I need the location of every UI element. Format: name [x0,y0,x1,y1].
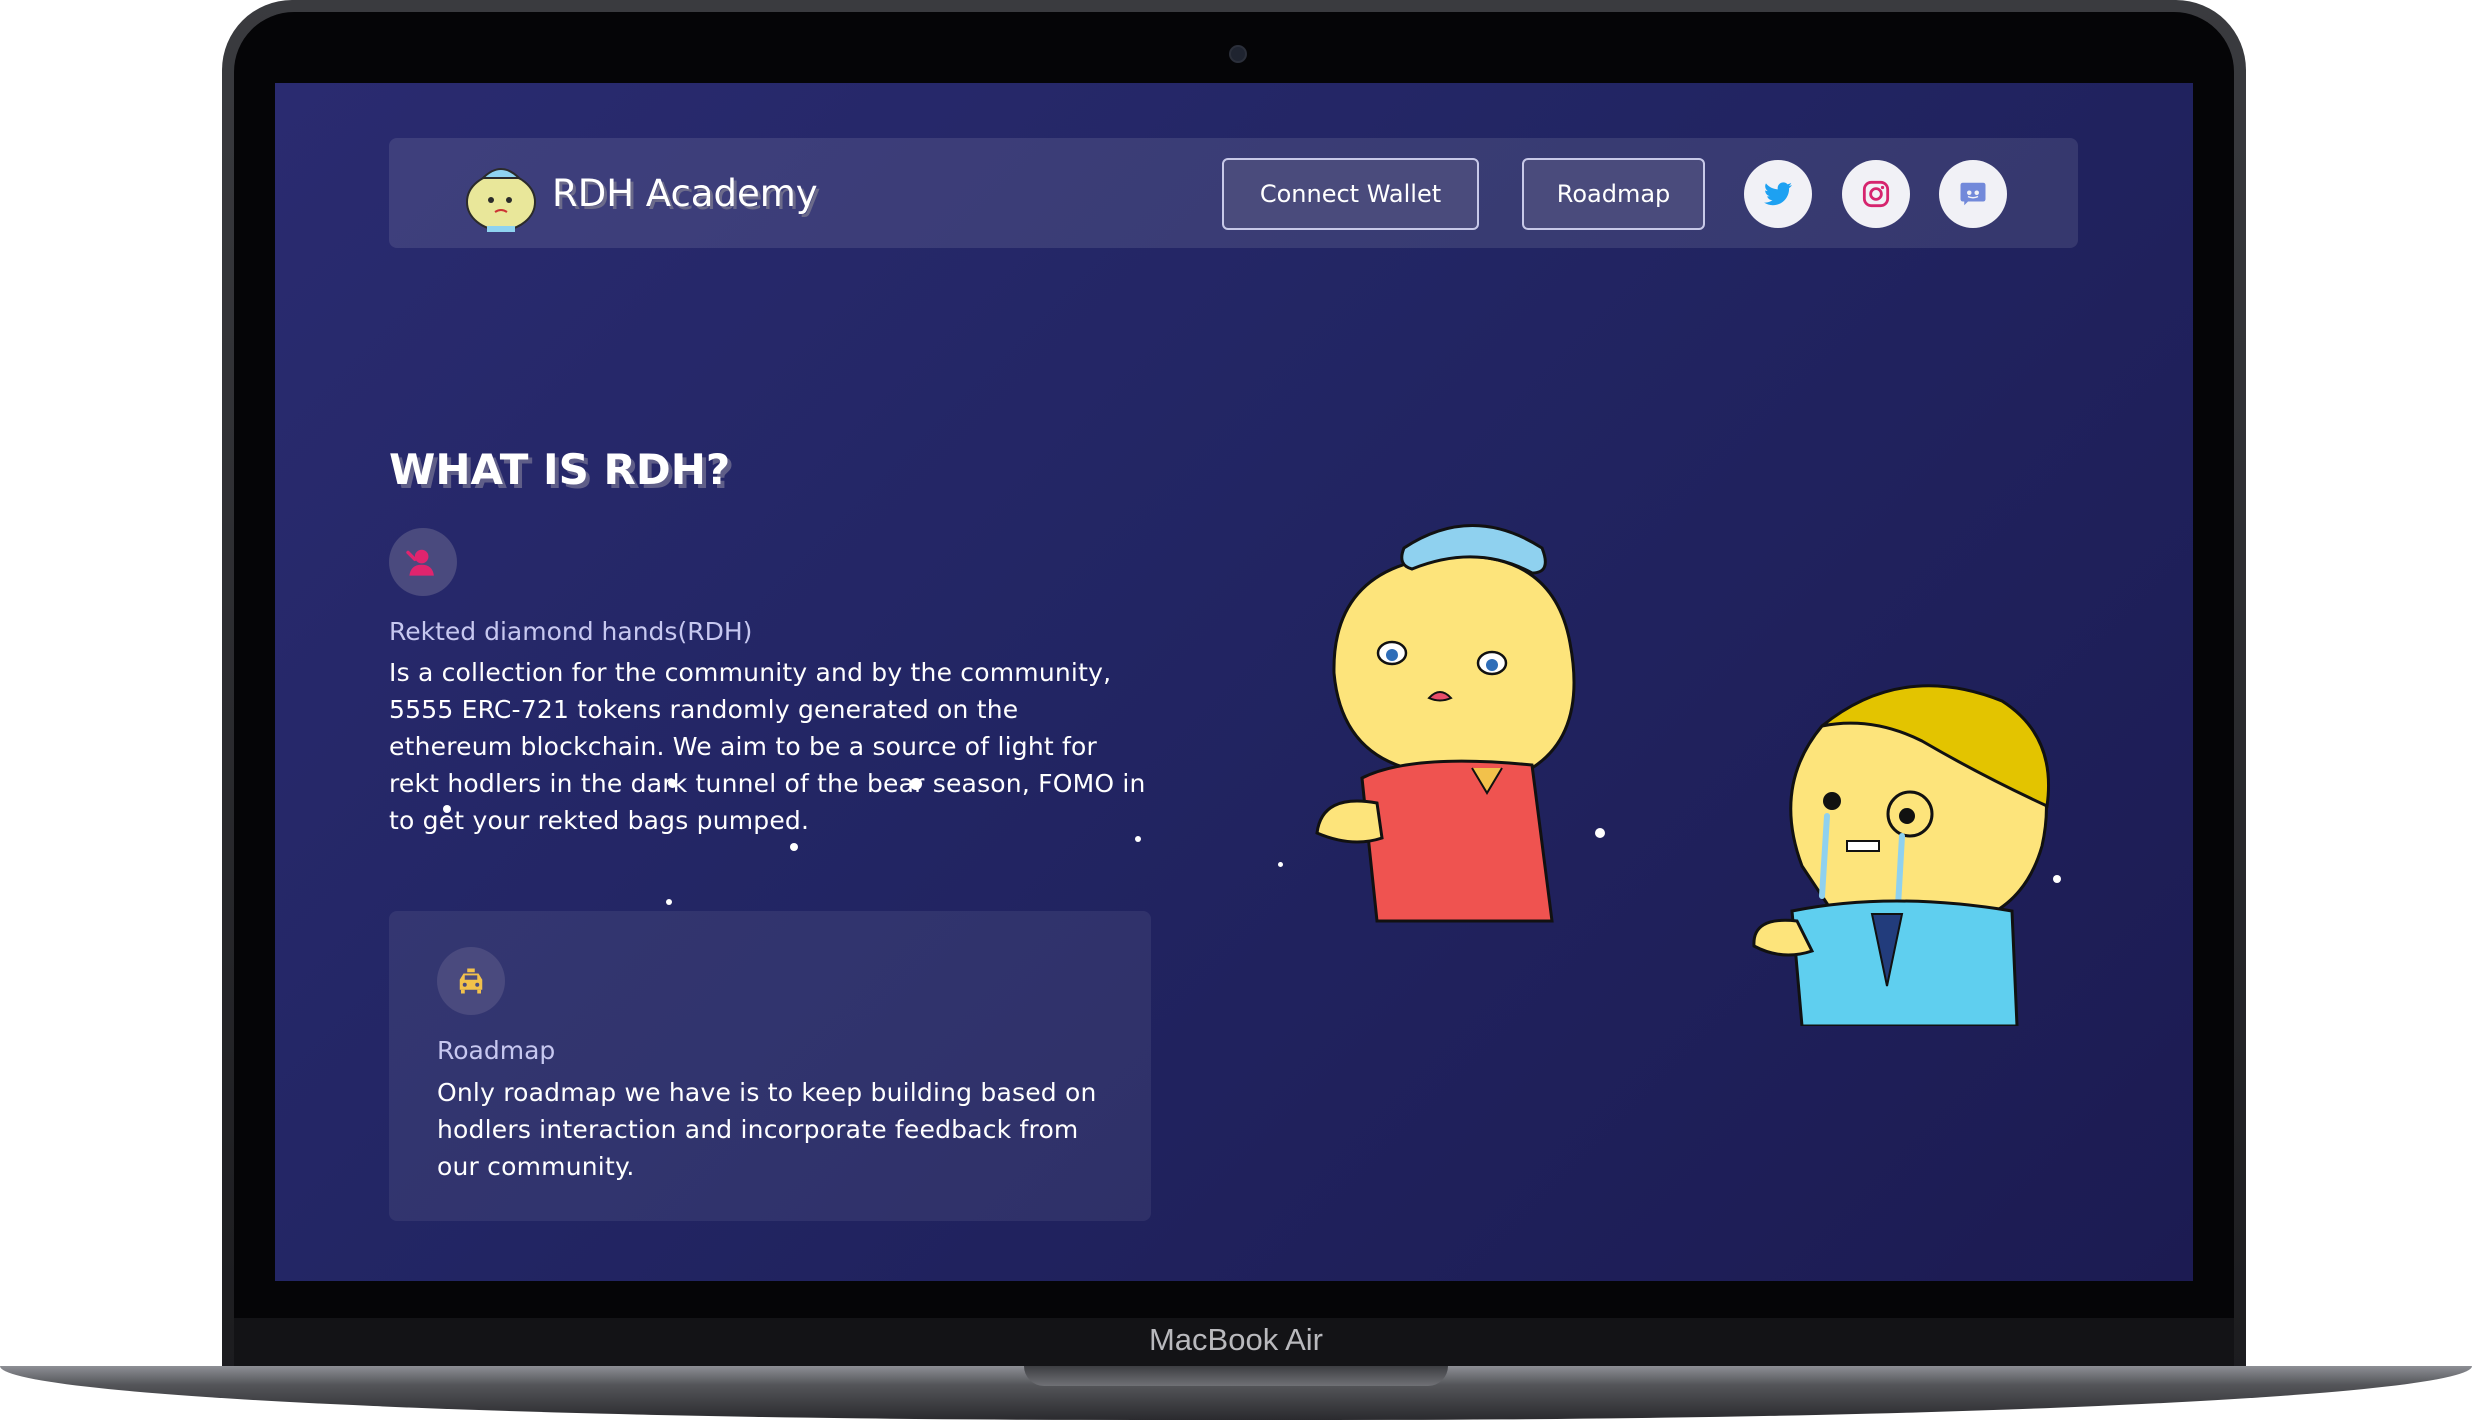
camera-icon [1229,45,1247,63]
logo-icon[interactable] [465,158,537,232]
star-decoration [1135,836,1141,842]
star-decoration [668,779,677,788]
star-decoration [790,843,798,851]
instagram-link[interactable] [1842,160,1910,228]
taxi-icon [459,968,483,994]
star-decoration [1278,862,1283,867]
roadmap-subtitle: Roadmap [437,1036,556,1065]
connect-wallet-button[interactable]: Connect Wallet [1222,158,1479,230]
instagram-icon [1862,180,1890,208]
rdh-subtitle: Rekted diamond hands(RDH) [389,617,753,646]
navbar: RDH Academy Connect Wallet Roadmap [389,138,2078,248]
roadmap-button[interactable]: Roadmap [1522,158,1705,230]
crying-character-2-illustration [1752,684,2051,1026]
roadmap-icon-badge [437,947,505,1015]
rdh-description: Is a collection for the community and by… [389,658,1146,835]
discord-icon [1960,182,1986,206]
device-label: MacBook Air [1148,1322,1323,1357]
brand-name[interactable]: RDH Academy [552,172,818,215]
twitter-icon [1764,182,1792,206]
crying-character-illustration [1315,524,1576,923]
star-decoration [443,805,451,813]
roadmap-description: Only roadmap we have is to keep building… [437,1078,1097,1181]
laptop-notch [1024,1366,1448,1386]
twitter-link[interactable] [1744,160,1812,228]
rdh-icon-badge [389,528,457,596]
user-icon [406,549,434,576]
website-screen: RDH Academy Connect Wallet Roadmap WHAT [275,83,2193,1281]
star-decoration [910,778,922,790]
discord-link[interactable] [1939,160,2007,228]
page-title: WHAT IS RDH? [389,445,731,494]
star-decoration [666,899,672,905]
roadmap-card: Roadmap Only roadmap we have is to keep … [389,911,1151,1221]
